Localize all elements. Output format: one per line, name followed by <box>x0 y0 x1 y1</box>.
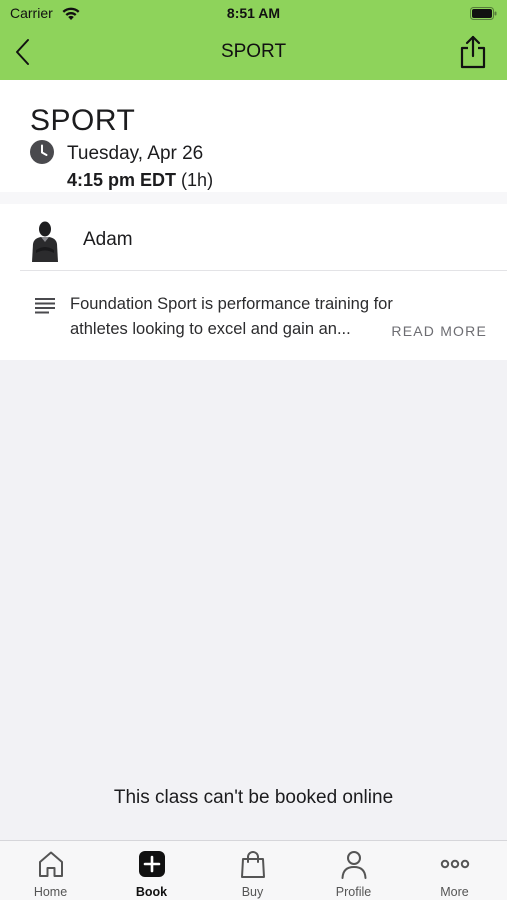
home-icon <box>38 851 63 877</box>
class-detail-card: SPORT Tuesday, Apr 26 4:15 pm EDT (1h) A… <box>0 80 507 360</box>
navigation-bar: SPORT <box>0 28 507 80</box>
more-dots-icon <box>440 859 469 869</box>
class-header: SPORT Tuesday, Apr 26 4:15 pm EDT (1h) <box>0 80 507 192</box>
plus-icon <box>138 851 165 877</box>
description-text-line-1: Foundation Sport is performance training… <box>70 295 393 313</box>
tab-buy-label: Buy <box>241 885 264 899</box>
class-detail-screen: Carrier 8:51 AM SPORT SPORT Tuesday, Apr… <box>0 0 507 900</box>
tab-more-label: More <box>440 885 469 899</box>
tab-profile-label: Profile <box>335 885 372 899</box>
booking-notice: This class can't be booked online <box>113 787 394 808</box>
tab-bar: Home Book Buy Profile More <box>0 840 507 900</box>
shopping-bag-icon <box>240 851 265 878</box>
class-title: SPORT <box>30 104 136 137</box>
description-lines-icon <box>35 298 55 314</box>
description-text-line-2: athletes looking to excel and gain an... <box>70 320 351 338</box>
tab-book-label: Book <box>135 885 168 899</box>
tab-home[interactable]: Home <box>0 841 101 900</box>
description-row: Foundation Sport is performance training… <box>0 271 507 360</box>
back-button[interactable] <box>8 36 40 68</box>
share-button[interactable] <box>457 34 489 70</box>
read-more-link[interactable]: READ MORE <box>391 323 487 339</box>
class-time-row: 4:15 pm EDT (1h) <box>67 170 213 191</box>
tab-more[interactable]: More <box>404 841 505 900</box>
tab-home-label: Home <box>33 885 68 899</box>
class-time: 4:15 pm EDT <box>67 170 177 190</box>
battery-icon <box>470 7 497 20</box>
tab-profile[interactable]: Profile <box>303 841 404 900</box>
status-bar: Carrier 8:51 AM <box>0 0 507 28</box>
section-spacer <box>0 192 507 204</box>
instructor-avatar <box>28 218 62 262</box>
instructor-name: Adam <box>83 229 133 250</box>
status-time: 8:51 AM <box>226 5 281 21</box>
person-icon <box>341 851 366 879</box>
instructor-row[interactable]: Adam <box>0 204 507 271</box>
tab-book[interactable]: Book <box>101 841 202 900</box>
tab-buy[interactable]: Buy <box>202 841 303 900</box>
class-date: Tuesday, Apr 26 <box>67 143 204 164</box>
top-bar: Carrier 8:51 AM SPORT <box>0 0 507 80</box>
clock-icon <box>30 140 54 164</box>
nav-title: SPORT <box>220 41 287 62</box>
class-duration: (1h) <box>181 170 214 190</box>
